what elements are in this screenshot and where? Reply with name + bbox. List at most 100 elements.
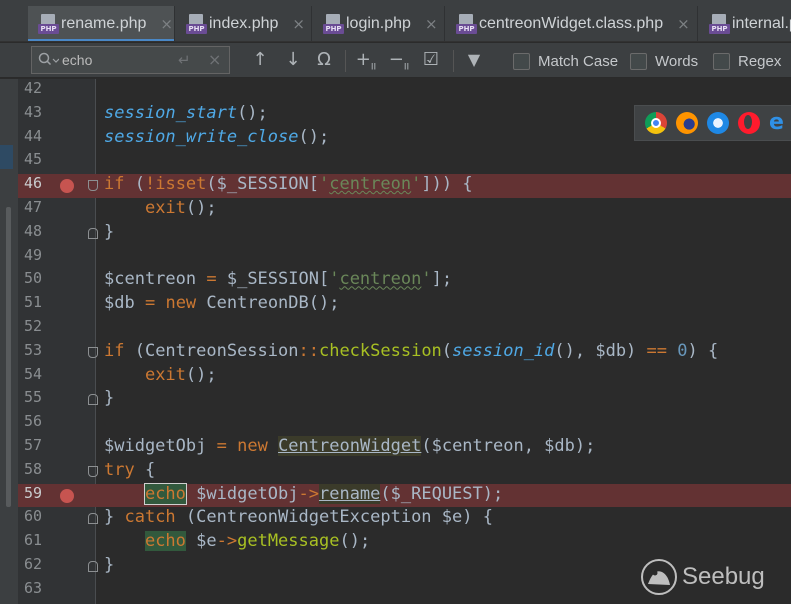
line-number[interactable]: 55 [24,388,50,406]
breakpoint-icon[interactable] [60,179,74,194]
fold-close-icon[interactable] [88,394,98,406]
line-number[interactable]: 59 [24,484,50,502]
match-case-option[interactable]: Match Case [513,51,618,71]
code-text[interactable]: $centreon = $_SESSION['centreon']; [104,269,452,289]
line-number[interactable]: 63 [24,579,50,597]
edge-icon[interactable]: e [769,112,787,134]
code-line[interactable]: 50 $centreon = $_SESSION['centreon']; [18,269,791,293]
code-line[interactable]: 60 } catch (CentreonWidgetException $e) { [18,507,791,531]
code-line[interactable]: 51 $db = new CentreonDB(); [18,293,791,317]
new-line-icon[interactable]: ↵ [178,51,191,69]
line-number[interactable]: 58 [24,460,50,478]
fold-close-icon[interactable] [88,513,98,525]
line-number[interactable]: 45 [24,150,50,168]
line-number[interactable]: 57 [24,436,50,454]
tab-login-php[interactable]: PHP login.php × [313,6,445,41]
code-text[interactable]: try { [104,460,155,480]
clear-search-icon[interactable]: × [208,50,221,69]
fold-open-icon[interactable] [88,346,98,358]
line-number[interactable]: 47 [24,198,50,216]
code-text[interactable]: } [104,388,114,408]
code-line-breakpoint[interactable]: 59 echo $widgetObj->rename($_REQUEST); [18,482,791,508]
code-text[interactable]: if (!isset($_SESSION['centreon'])) { [104,174,473,194]
code-line[interactable]: 45 [18,150,791,174]
fold-open-icon[interactable] [88,180,98,192]
match-case-checkbox[interactable] [513,52,530,70]
code-line[interactable]: 47 exit(); [18,198,791,222]
code-text[interactable]: session_write_close(); [104,127,329,147]
code-editor[interactable]: 42 43 session_start(); 44 session_write_clos… [0,79,791,604]
code-text[interactable]: exit(); [104,365,217,385]
filter-icon[interactable]: ▼ [463,48,485,72]
words-checkbox[interactable] [630,52,647,70]
close-icon[interactable]: × [425,15,438,33]
code-line[interactable]: 49 [18,246,791,270]
line-number[interactable]: 46 [24,174,50,192]
tab-index-php[interactable]: PHP index.php × [176,6,312,41]
line-number[interactable]: 43 [24,103,50,121]
line-number[interactable]: 61 [24,531,50,549]
line-number[interactable]: 51 [24,293,50,311]
select-all-occurrences-button[interactable]: ☑ [420,48,442,72]
code-line[interactable]: 61 echo $e->getMessage(); [18,531,791,555]
code-token: (); [237,102,268,123]
code-line[interactable]: 57 $widgetObj = new CentreonWidget($centr… [18,436,791,460]
tab-centreonwidget-class-php[interactable]: PHP centreonWidget.class.php × [446,6,698,41]
code-text[interactable]: } catch (CentreonWidgetException $e) { [104,507,493,527]
safari-icon[interactable] [707,112,729,134]
scrollbar-thumb[interactable] [6,207,11,507]
tab-rename-php[interactable]: PHP rename.php × [28,6,175,41]
remove-occurrence-button[interactable]: −II [388,48,410,73]
previous-occurrence-button[interactable]: ↑ [250,48,270,72]
code-text[interactable]: exit(); [104,198,217,218]
line-number[interactable]: 53 [24,341,50,359]
close-icon[interactable]: × [292,15,305,33]
code-text[interactable]: $widgetObj = new CentreonWidget($centreo… [104,436,595,456]
code-line[interactable]: 42 [18,79,791,103]
code-text[interactable]: echo $e->getMessage(); [104,531,370,552]
close-icon[interactable]: × [160,15,173,33]
search-icon[interactable] [37,51,59,69]
code-line[interactable]: 55} [18,388,791,412]
search-box[interactable]: ↵ × [31,46,230,74]
words-option[interactable]: Words [630,51,698,71]
firefox-icon[interactable] [676,112,698,134]
search-input[interactable] [62,51,172,69]
line-number[interactable]: 50 [24,269,50,287]
breakpoint-icon[interactable] [60,488,74,503]
code-text[interactable]: } [104,222,114,242]
line-number[interactable]: 56 [24,412,50,430]
code-text[interactable]: session_start(); [104,103,268,123]
fold-close-icon[interactable] [88,227,98,239]
code-line[interactable]: 52 [18,317,791,341]
line-number[interactable]: 42 [24,79,50,97]
code-line[interactable]: 56 [18,412,791,436]
tab-internal-php[interactable]: PHP internal.p [699,6,791,41]
line-number[interactable]: 44 [24,127,50,145]
line-number[interactable]: 60 [24,507,50,525]
line-number[interactable]: 49 [24,246,50,264]
regex-help-button[interactable]: Ω [313,48,335,72]
code-text[interactable]: if (CentreonSession::checkSession(sessio… [104,341,718,361]
regex-option[interactable]: Regex [713,51,781,71]
fold-close-icon[interactable] [88,561,98,572]
add-occurrence-button[interactable]: +II [355,48,377,73]
code-text[interactable]: echo $widgetObj->rename($_REQUEST); [104,482,503,505]
code-text[interactable]: } [104,555,114,575]
line-number[interactable]: 52 [24,317,50,335]
regex-checkbox[interactable] [713,52,730,70]
opera-icon[interactable] [738,112,760,134]
line-number[interactable]: 54 [24,365,50,383]
line-number[interactable]: 48 [24,222,50,240]
code-line[interactable]: 54 exit(); [18,365,791,389]
code-text[interactable]: $db = new CentreonDB(); [104,293,339,313]
code-line[interactable]: 48} [18,222,791,246]
chrome-icon[interactable] [645,112,667,134]
close-icon[interactable]: × [677,15,690,33]
next-occurrence-button[interactable]: ↓ [283,48,303,72]
code-line-breakpoint[interactable]: 46 if (!isset($_SESSION['centreon'])) { [18,174,791,198]
code-line[interactable]: 58 try { [18,460,791,484]
fold-open-icon[interactable] [88,465,98,477]
code-line[interactable]: 53 if (CentreonSession::checkSession(sess… [18,341,791,365]
line-number[interactable]: 62 [24,555,50,573]
